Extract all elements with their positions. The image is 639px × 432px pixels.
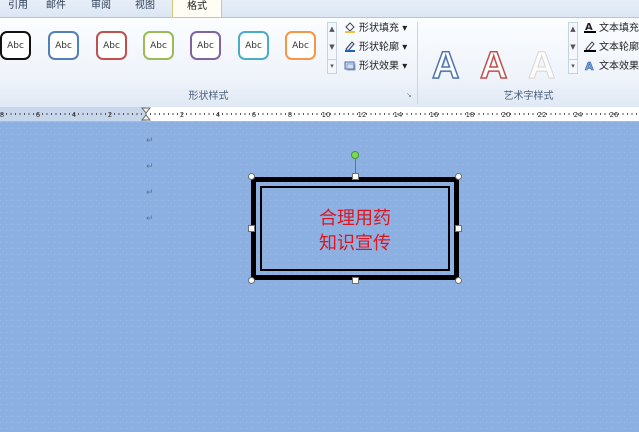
ruler-label: 12 (358, 111, 367, 119)
text-fill-button[interactable]: A 文本填充 (584, 21, 639, 37)
swatch-label: Abc (7, 40, 24, 51)
swatch-label: Abc (103, 40, 120, 51)
gallery-more-icon[interactable]: ▾ (569, 59, 577, 73)
first-line-indent-marker (140, 107, 152, 114)
tab-mailings[interactable]: 邮件 (38, 0, 74, 16)
ruler-label: 2 (180, 111, 184, 119)
dropdown-arrow-icon: ▾ (402, 42, 408, 53)
text-effects-icon: A (585, 60, 595, 71)
shape-effects-label: 形状效果 (359, 61, 399, 72)
ruler-label: 24 (574, 111, 583, 119)
resize-handle-top-right[interactable] (455, 173, 462, 180)
tab-format[interactable]: 格式 (172, 0, 222, 18)
text-outline-icon (584, 41, 596, 52)
ruler-label: 22 (538, 111, 547, 119)
textbox-line-1: 合理用药 (319, 208, 391, 228)
swatch-label: Abc (150, 40, 167, 51)
pen-icon (345, 41, 355, 52)
ruler-label: 2 (108, 111, 112, 119)
ruler-ticks: 8642246810121416182022242628 (0, 107, 637, 121)
horizontal-ruler[interactable]: 8642246810121416182022242628 (0, 107, 639, 122)
swatch-label: Abc (55, 40, 72, 51)
text-fill-label: 文本填充 (599, 23, 639, 34)
shape-effects-button[interactable]: 形状效果 ▾ (344, 59, 407, 75)
dropdown-arrow-icon: ▾ (402, 61, 408, 72)
ruler-label: 10 (322, 111, 331, 119)
ruler-label: 16 (430, 111, 439, 119)
shape-style-swatch-4[interactable]: Abc (143, 31, 174, 60)
swatch-label: Abc (197, 40, 214, 51)
tab-references[interactable]: 引用 (0, 0, 36, 16)
hanging-indent-marker (140, 114, 152, 121)
shape-outline-label: 形状轮廓 (359, 42, 399, 53)
ruler-label: 4 (72, 111, 77, 119)
paragraph-mark: ↵ (146, 214, 154, 224)
shape-styles-group-label: 形状样式 (188, 91, 229, 102)
textbox-text[interactable]: 合理用药 知识宣传 (256, 206, 454, 256)
shape-style-swatch-3[interactable]: Abc (96, 31, 127, 60)
wordart-style-2[interactable]: A (479, 45, 508, 87)
shape-style-swatch-5[interactable]: Abc (190, 31, 221, 60)
ruler-label: 8 (288, 111, 292, 119)
paragraph-mark: ↵ (146, 136, 154, 146)
rotation-handle[interactable] (351, 151, 359, 159)
wordart-styles-group-label: 艺术字样式 (503, 91, 554, 102)
ruler-label: 4 (216, 111, 221, 119)
shape-style-swatch-7[interactable]: Abc (285, 31, 316, 60)
shape-style-gallery-scroll[interactable]: ▲ ▼ ▾ (327, 22, 337, 74)
shape-style-swatch-6[interactable]: Abc (238, 31, 269, 60)
ribbon-tabs: 引用 邮件 审阅 视图 格式 (0, 0, 639, 18)
ruler-label: 20 (502, 111, 511, 119)
textbox-shape[interactable]: 合理用药 知识宣传 (251, 177, 459, 280)
shape-fill-label: 形状填充 (359, 23, 399, 34)
chevron-down-icon[interactable]: ▼ (328, 41, 336, 54)
ribbon: Abc Abc Abc Abc Abc Abc Abc ▲ ▼ ▾ 形状填充 ▾… (0, 17, 639, 108)
paint-bucket-icon (345, 22, 355, 33)
text-effects-label: 文本效果 (599, 61, 639, 72)
dialog-launcher-icon[interactable]: ↘ (406, 91, 414, 99)
resize-handle-left[interactable] (248, 225, 255, 232)
ruler-label: 26 (610, 111, 619, 119)
swatch-label: Abc (292, 40, 309, 51)
rotation-handle-stem (355, 159, 356, 174)
chevron-down-icon[interactable]: ▼ (569, 41, 577, 54)
svg-text:A: A (585, 60, 594, 71)
resize-handle-bottom-left[interactable] (248, 277, 255, 284)
resize-handle-right[interactable] (455, 225, 462, 232)
tab-view[interactable]: 视图 (127, 0, 163, 16)
dropdown-arrow-icon: ▾ (402, 23, 408, 34)
shape-fill-button[interactable]: 形状填充 ▾ (344, 21, 407, 37)
resize-handle-bottom-right[interactable] (455, 277, 462, 284)
shape-style-swatch-1[interactable]: Abc (0, 31, 31, 60)
text-fill-icon: A (584, 22, 596, 33)
ruler-label: 8 (0, 111, 4, 119)
resize-handle-top[interactable] (352, 173, 359, 180)
text-outline-button[interactable]: 文本轮廓 (584, 40, 639, 56)
paragraph-mark: ↵ (146, 188, 154, 198)
textbox-line-2: 知识宣传 (319, 233, 391, 253)
ruler-label: 6 (36, 111, 41, 119)
shape-effects-icon (344, 61, 356, 71)
ruler-label: 14 (394, 111, 403, 119)
resize-handle-bottom[interactable] (352, 277, 359, 284)
wordart-style-3[interactable]: A (527, 46, 555, 87)
gallery-more-icon[interactable]: ▾ (328, 59, 336, 73)
paragraph-mark: ↵ (146, 162, 154, 172)
wordart-gallery-scroll[interactable]: ▲ ▼ ▾ (568, 22, 578, 74)
shape-outline-button[interactable]: 形状轮廓 ▾ (344, 40, 407, 56)
ruler-label: 6 (252, 111, 257, 119)
wordart-style-1[interactable]: A (431, 45, 460, 87)
resize-handle-top-left[interactable] (248, 173, 255, 180)
tab-review[interactable]: 审阅 (83, 0, 119, 16)
shape-style-swatch-2[interactable]: Abc (48, 31, 79, 60)
text-outline-label: 文本轮廓 (599, 42, 639, 53)
ruler-label: 18 (466, 111, 475, 119)
chevron-up-icon[interactable]: ▲ (569, 23, 577, 36)
chevron-up-icon[interactable]: ▲ (328, 23, 336, 36)
swatch-label: Abc (245, 40, 262, 51)
text-effects-button[interactable]: A 文本效果 (584, 59, 639, 75)
